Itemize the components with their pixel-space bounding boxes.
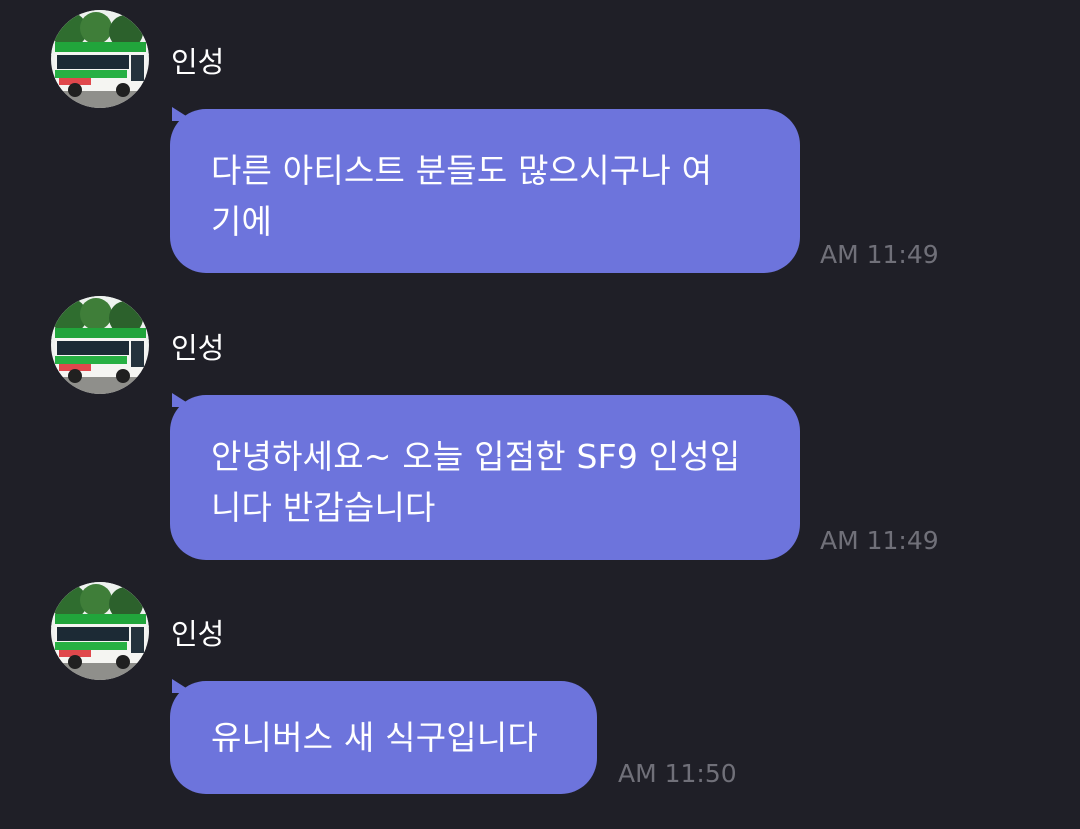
bus-avatar-icon [51,296,149,394]
message-line: 유니버스 새 식구입니다 [211,718,538,757]
message-bubble[interactable]: 유니버스 새 식구입니다 [170,681,597,794]
sender-name: 인성 [171,617,225,651]
message-line: 니다 반갑습니다 [211,488,436,527]
message-line: 안녕하세요~ 오늘 입점한 SF9 인성입 [211,437,741,476]
avatar[interactable] [51,10,149,108]
sender-name: 인성 [171,331,225,365]
sender-name: 인성 [171,45,225,79]
bus-avatar-icon [51,582,149,680]
avatar[interactable] [51,582,149,680]
message-line: 기에 [211,202,273,241]
message-line: 다른 아티스트 분들도 많으시구나 여 [211,151,713,190]
message-bubble[interactable]: 다른 아티스트 분들도 많으시구나 여 기에 [170,109,800,273]
message-time: AM 11:49 [820,526,939,555]
message-time: AM 11:50 [618,759,737,788]
chat-thread: 인성 다른 아티스트 분들도 많으시구나 여 기에 AM 11:49 인성 안녕… [0,0,1080,829]
message-time: AM 11:49 [820,240,939,269]
bus-avatar-icon [51,10,149,108]
avatar[interactable] [51,296,149,394]
message-bubble[interactable]: 안녕하세요~ 오늘 입점한 SF9 인성입 니다 반갑습니다 [170,395,800,560]
